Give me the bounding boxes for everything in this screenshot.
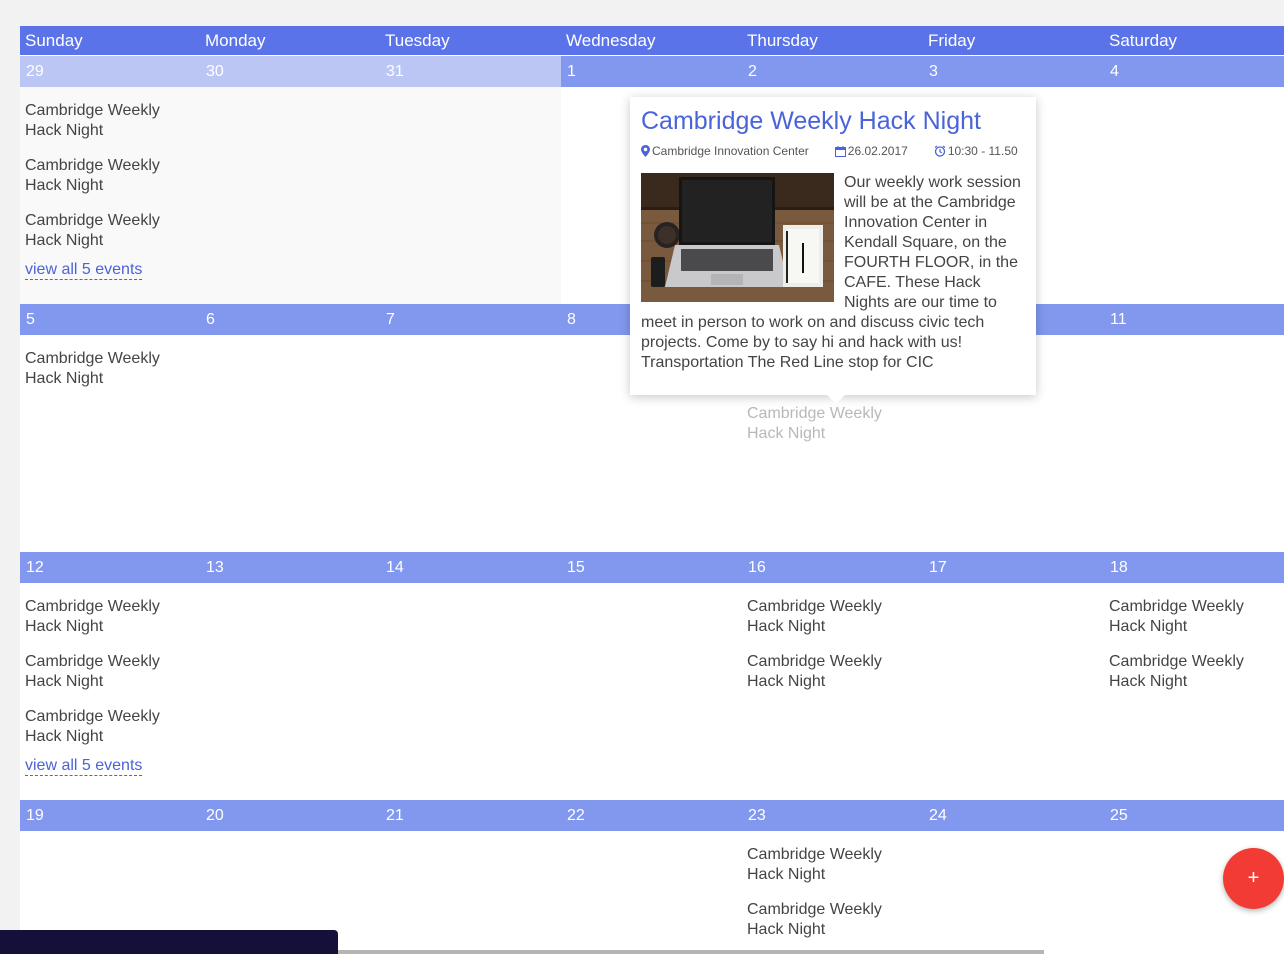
- date-cell[interactable]: 5: [20, 304, 200, 335]
- location-text: Cambridge Innovation Center: [652, 144, 809, 158]
- date-cell[interactable]: 17: [923, 552, 1104, 583]
- date-cell[interactable]: 12: [20, 552, 200, 583]
- date-row: 29 30 31 1 2 3 4: [20, 56, 1284, 87]
- date-row: 12 13 14 15 16 17 18: [20, 552, 1284, 583]
- date-cell[interactable]: 25: [1104, 800, 1284, 831]
- date-cell[interactable]: 3: [923, 56, 1104, 87]
- view-all-events-link[interactable]: view all 5 events: [25, 757, 143, 776]
- popover-title[interactable]: Cambridge Weekly Hack Night: [641, 105, 1025, 137]
- day-cell[interactable]: Cambridge Weekly Hack Night Cambridge We…: [20, 583, 200, 800]
- popover-arrow: [827, 395, 845, 404]
- view-all-events-link[interactable]: view all 5 events: [25, 261, 143, 280]
- popover-location: Cambridge Innovation Center: [641, 144, 809, 158]
- horizontal-scrollbar[interactable]: [338, 950, 1044, 954]
- calendar-event[interactable]: Cambridge Weekly Hack Night: [25, 211, 195, 251]
- date-cell[interactable]: 22: [561, 800, 742, 831]
- weekday-header: Sunday Monday Tuesday Wednesday Thursday…: [20, 26, 1284, 55]
- weekday-saturday: Saturday: [1109, 31, 1178, 50]
- calendar-event[interactable]: Cambridge Weekly Hack Night: [1109, 652, 1279, 692]
- date-cell[interactable]: 30: [200, 56, 380, 87]
- calendar-event[interactable]: Cambridge Weekly Hack Night: [747, 845, 917, 885]
- date-cell[interactable]: 1: [561, 56, 742, 87]
- bottom-toast-bar: [0, 930, 338, 954]
- laptop-photo: [641, 173, 834, 302]
- date-cell[interactable]: 18: [1104, 552, 1284, 583]
- date-cell[interactable]: 6: [200, 304, 380, 335]
- calendar-event[interactable]: Cambridge Weekly Hack Night: [747, 597, 917, 637]
- calendar-event[interactable]: Cambridge Weekly Hack Night: [25, 349, 195, 389]
- weekday-thursday: Thursday: [747, 31, 818, 50]
- calendar-event[interactable]: Cambridge Weekly Hack Night: [25, 707, 195, 747]
- popover-body: Our weekly work session will be at the C…: [641, 173, 1025, 373]
- day-cell[interactable]: Cambridge Weekly Hack Night: [20, 335, 200, 552]
- popover-date: 26.02.2017: [834, 144, 908, 158]
- date-cell[interactable]: 29: [20, 56, 200, 87]
- date-cell[interactable]: 11: [1104, 304, 1284, 335]
- calendar-event[interactable]: Cambridge Weekly Hack Night: [747, 652, 917, 692]
- date-cell[interactable]: 19: [20, 800, 200, 831]
- event-popover: Cambridge Weekly Hack Night Cambridge In…: [630, 97, 1036, 395]
- calendar-event[interactable]: Cambridge Weekly Hack Night: [25, 101, 195, 141]
- calendar-event[interactable]: Cambridge Weekly Hack Night: [25, 156, 195, 196]
- time-text: 10:30 - 11.50: [947, 144, 1018, 158]
- week-row: 12 13 14 15 16 17 18 Cambridge Weekly Ha…: [20, 552, 1284, 800]
- add-event-button[interactable]: +: [1223, 848, 1284, 909]
- calendar-event[interactable]: Cambridge Weekly Hack Night: [25, 652, 195, 692]
- calendar-event[interactable]: Cambridge Weekly Hack Night: [1109, 597, 1279, 637]
- weekday-sunday: Sunday: [25, 31, 83, 50]
- date-cell[interactable]: 31: [380, 56, 561, 87]
- calendar-icon: [834, 145, 846, 157]
- date-cell[interactable]: 13: [200, 552, 380, 583]
- popover-time: 10:30 - 11.50: [934, 144, 1018, 158]
- weekday-tuesday: Tuesday: [385, 31, 450, 50]
- day-cell[interactable]: [200, 87, 380, 304]
- date-cell[interactable]: 24: [923, 800, 1104, 831]
- day-cell[interactable]: Cambridge Weekly Hack Night Cambridge We…: [20, 87, 200, 304]
- day-cell[interactable]: [380, 87, 561, 304]
- date-cell[interactable]: 23: [742, 800, 923, 831]
- weekday-friday: Friday: [928, 31, 976, 50]
- date-cell[interactable]: 4: [1104, 56, 1284, 87]
- plus-icon: +: [1247, 867, 1260, 889]
- date-cell[interactable]: 7: [380, 304, 561, 335]
- date-row: 19 20 21 22 23 24 25: [20, 800, 1284, 831]
- alarm-clock-icon: [934, 145, 946, 157]
- day-cell[interactable]: Cambridge Weekly Hack Night Cambridge We…: [1104, 583, 1284, 800]
- calendar-event[interactable]: Cambridge Weekly Hack Night: [747, 404, 917, 444]
- day-cell[interactable]: Cambridge Weekly Hack Night Cambridge We…: [742, 583, 923, 800]
- day-cell[interactable]: Cambridge Weekly Hack Night Cambridge We…: [742, 831, 923, 954]
- weekday-monday: Monday: [205, 31, 266, 50]
- popover-meta: Cambridge Innovation Center 26.02.2017 1…: [641, 143, 1025, 159]
- date-text: 26.02.2017: [847, 144, 908, 158]
- weekday-wednesday: Wednesday: [566, 31, 656, 50]
- calendar-event[interactable]: Cambridge Weekly Hack Night: [747, 900, 917, 940]
- date-cell[interactable]: 20: [200, 800, 380, 831]
- date-cell[interactable]: 2: [742, 56, 923, 87]
- date-cell[interactable]: 16: [742, 552, 923, 583]
- date-cell[interactable]: 15: [561, 552, 742, 583]
- calendar-event[interactable]: Cambridge Weekly Hack Night: [25, 597, 195, 637]
- date-cell[interactable]: 21: [380, 800, 561, 831]
- map-marker-icon: [641, 145, 650, 157]
- date-cell[interactable]: 14: [380, 552, 561, 583]
